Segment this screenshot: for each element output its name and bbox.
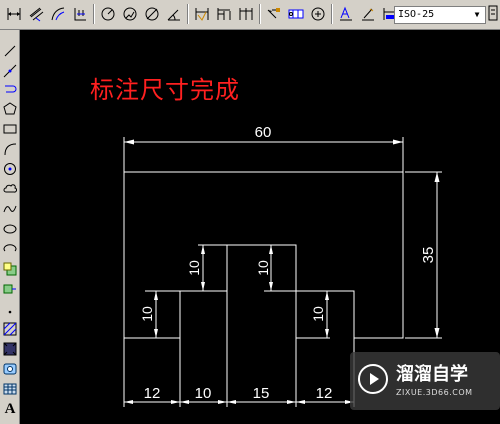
jogged-dimension-icon[interactable] (120, 4, 140, 24)
polygon-icon[interactable] (1, 100, 19, 118)
ordinate-dimension-icon[interactable] (70, 4, 90, 24)
dim-center-block-height: 10 (255, 260, 271, 276)
construction-line-icon[interactable] (1, 62, 19, 80)
circle-icon[interactable] (1, 160, 19, 178)
dimension-text-edit-icon[interactable] (358, 4, 378, 24)
dim-seg-step-left: 10 (195, 385, 212, 402)
quick-leader-icon[interactable] (264, 4, 284, 24)
line-icon[interactable] (1, 42, 19, 60)
baseline-dimension-icon[interactable] (214, 4, 234, 24)
toolbar-separator (259, 4, 261, 24)
dim-seg-center: 15 (253, 385, 270, 402)
dimension-toolbar: ISO-25 ▼ (0, 0, 500, 30)
dim-seg-step-right: 12 (316, 385, 333, 402)
diameter-dimension-icon[interactable] (142, 4, 162, 24)
insert-block-icon[interactable] (1, 260, 19, 278)
region-icon[interactable] (1, 360, 19, 378)
arc-length-dimension-icon[interactable] (48, 4, 68, 24)
polyline-icon[interactable] (1, 80, 19, 98)
continue-dimension-icon[interactable] (236, 4, 256, 24)
watermark-url: ZIXUE.3D66.COM (396, 388, 473, 397)
toolbar-separator (187, 4, 189, 24)
radius-dimension-icon[interactable] (98, 4, 118, 24)
dimension-style-select[interactable]: ISO-25 ▼ (394, 6, 486, 24)
dimension-edit-icon[interactable] (336, 4, 356, 24)
dim-left-step-height: 10 (139, 306, 155, 322)
make-block-icon[interactable] (1, 280, 19, 298)
linear-dimension-icon[interactable] (4, 4, 24, 24)
dim-center-step-height: 10 (186, 260, 202, 276)
angular-dimension-icon[interactable] (164, 4, 184, 24)
part-outline (123, 171, 404, 339)
dim-seg-left: 12 (144, 385, 161, 402)
rectangle-icon[interactable] (1, 120, 19, 138)
dimension-style-value: ISO-25 (398, 9, 435, 20)
ellipse-arc-icon[interactable] (1, 240, 19, 258)
watermark-title: 溜溜自学 (396, 364, 468, 385)
point-icon[interactable] (1, 300, 19, 318)
revision-cloud-icon[interactable] (1, 180, 19, 198)
watermark-logo: 溜溜自学 ZIXUE.3D66.COM (350, 352, 500, 410)
draw-toolbar: A (0, 30, 20, 424)
aligned-dimension-icon[interactable] (26, 4, 46, 24)
ellipse-icon[interactable] (1, 220, 19, 238)
table-icon[interactable] (1, 380, 19, 398)
quick-dimension-icon[interactable] (192, 4, 212, 24)
dimension-style-manager-icon[interactable] (488, 4, 498, 24)
text-tool-label: A (4, 400, 16, 417)
arc-icon[interactable] (1, 140, 19, 158)
dim-overall-height: 35 (420, 247, 437, 264)
multiline-text-icon[interactable]: A (1, 400, 19, 418)
toolbar-separator (331, 4, 333, 24)
tolerance-icon[interactable] (286, 4, 306, 24)
dim-right-step-height: 10 (310, 306, 326, 322)
chevron-down-icon[interactable]: ▼ (471, 8, 483, 22)
play-icon (358, 364, 388, 394)
center-mark-icon[interactable] (308, 4, 328, 24)
annotation-note: 标注尺寸完成 (90, 76, 240, 104)
spline-icon[interactable] (1, 200, 19, 218)
hatch-icon[interactable] (1, 320, 19, 338)
gradient-icon[interactable] (1, 340, 19, 358)
toolbar-separator (93, 4, 95, 24)
dim-overall-width: 60 (255, 124, 272, 141)
